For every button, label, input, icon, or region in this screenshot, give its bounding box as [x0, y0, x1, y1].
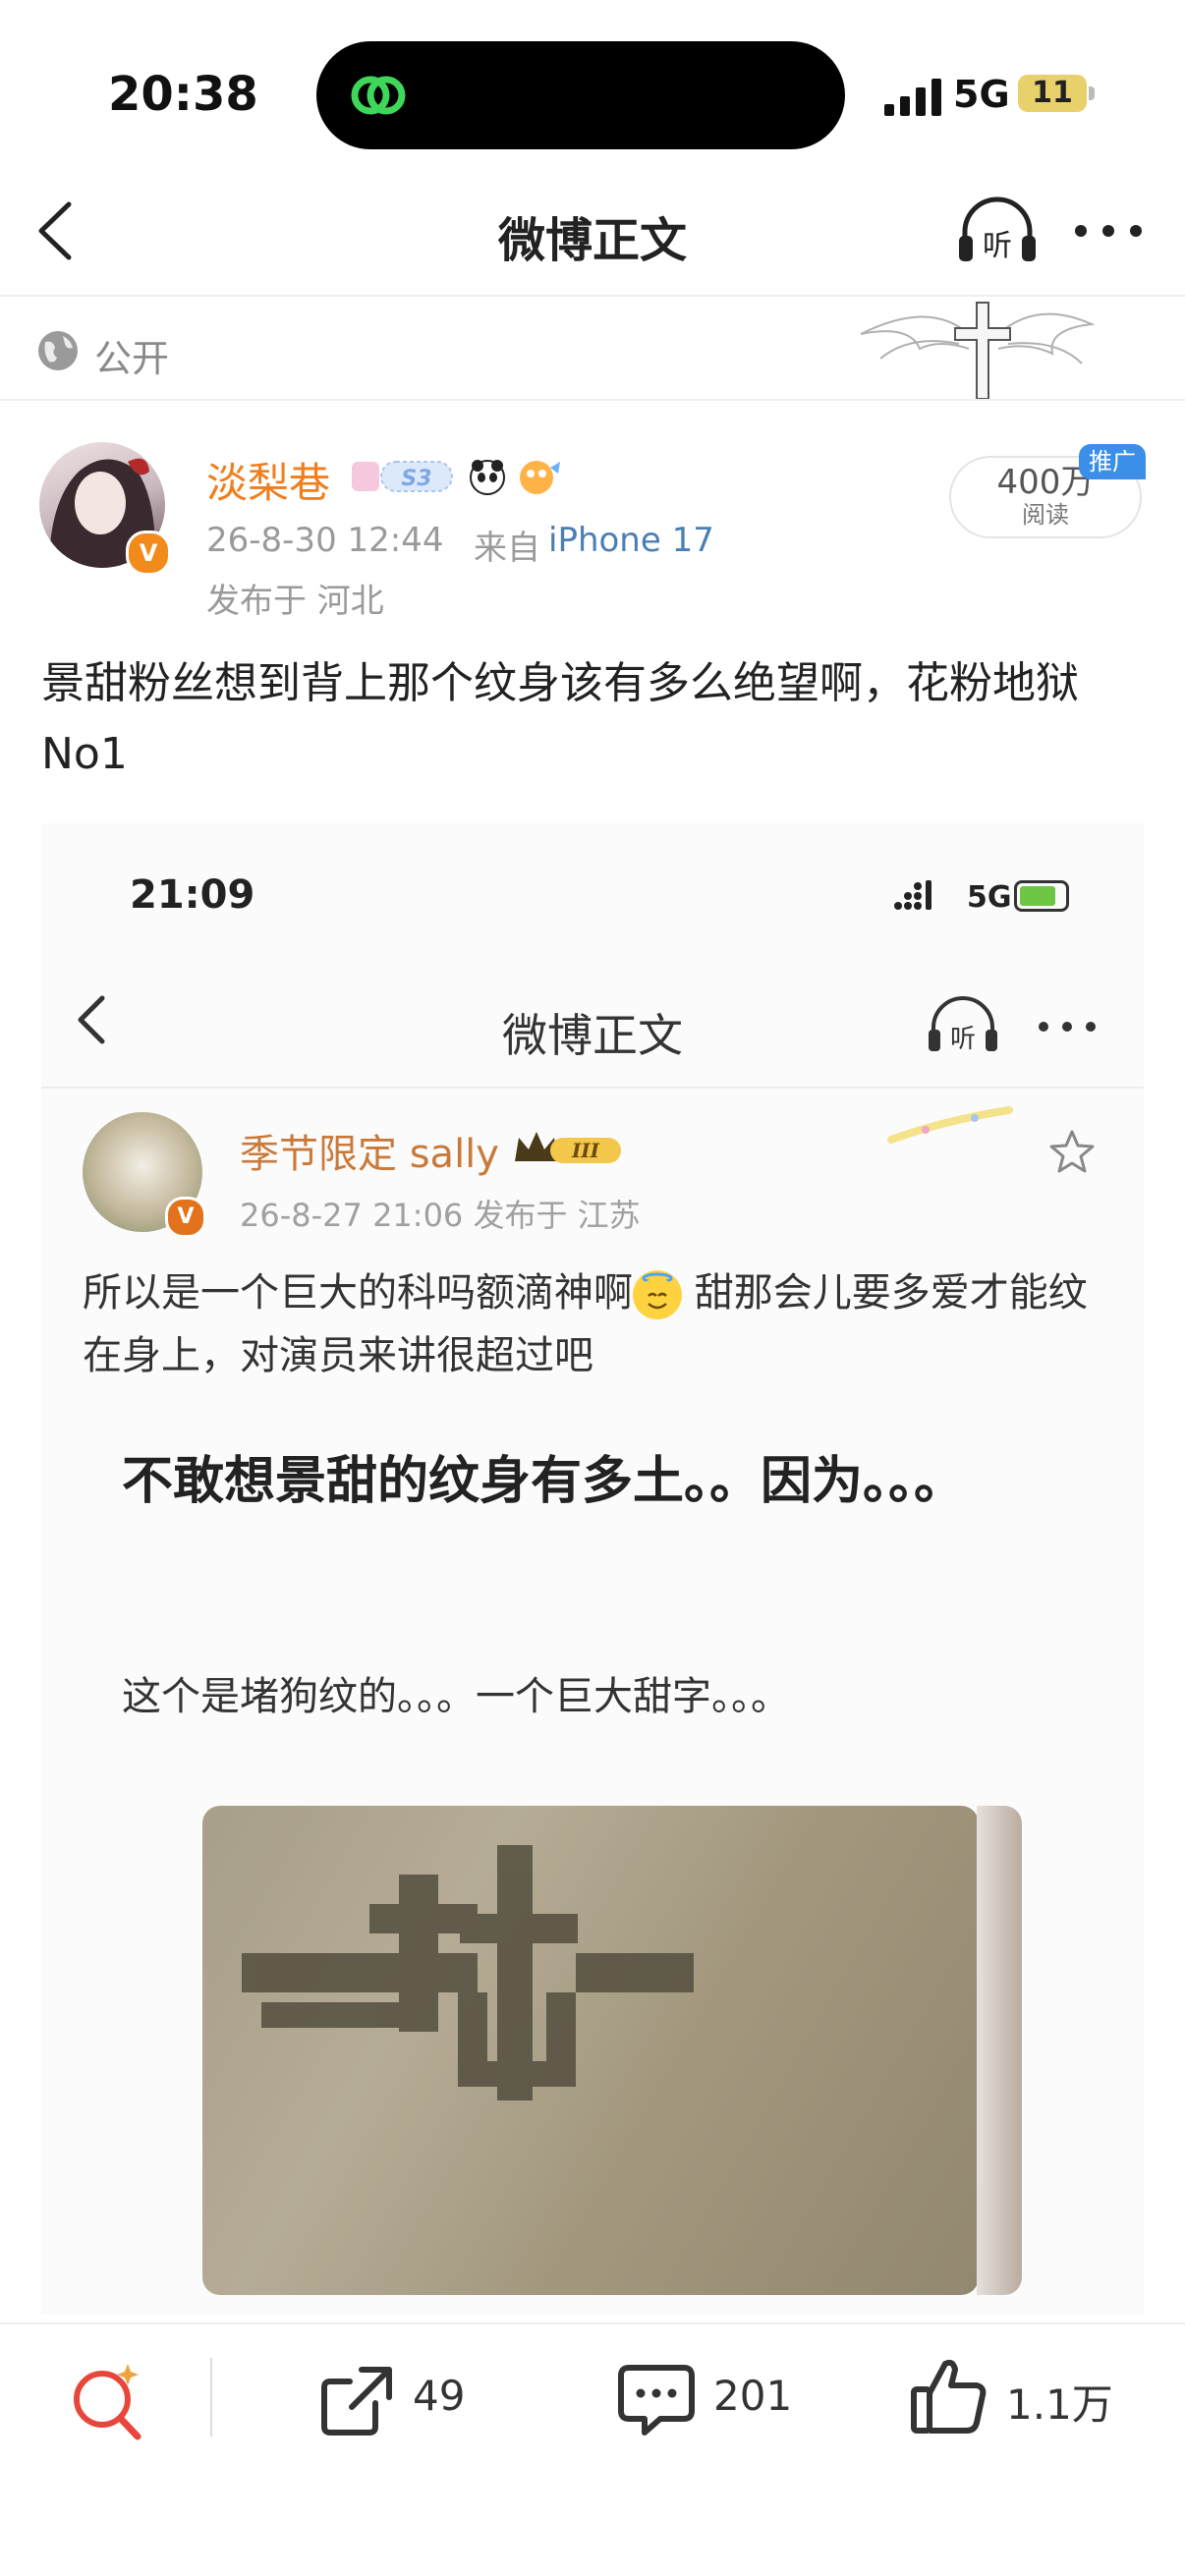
action-separator [210, 2358, 212, 2436]
sparkle-decoration [887, 1106, 1013, 1144]
embedded-star-icon [1049, 1130, 1095, 1173]
embedded-crown-badge-icon: III [515, 1132, 621, 1163]
embedded-signal-icon [894, 880, 931, 910]
listen-icon[interactable]: 听 [955, 193, 1040, 267]
link-activity-icon [351, 76, 406, 115]
embedded-listen-label: 听 [950, 1025, 976, 1054]
post-text: 景甜粉丝想到背上那个纹身该有多么绝望啊，花粉地狱No1 [41, 658, 1079, 779]
embedded-username: 季节限定 sally [240, 1132, 499, 1177]
listen-label: 听 [983, 229, 1012, 263]
username[interactable]: 淡梨巷 [206, 450, 330, 510]
embedded-more-icon [1039, 1022, 1096, 1032]
embedded-listen-icon: 听 [929, 996, 997, 1054]
post-source-device[interactable]: iPhone 17 [548, 521, 714, 560]
embedded-subtext: 这个是堵狗纹的。。。一个巨大甜字。。。 [122, 1674, 790, 1719]
reads-label: 阅读 [1022, 501, 1069, 529]
embedded-post-meta: 26-8-27 21:06 发布于 江苏 [240, 1197, 641, 1234]
embedded-text-part1: 所以是一个巨大的科吗额滴神啊 [83, 1270, 633, 1316]
comment-count[interactable]: 201 [713, 2372, 792, 2420]
like-count[interactable]: 1.1万 [1006, 2372, 1113, 2432]
user-badge-level: S3 [401, 467, 431, 491]
embedded-post-text: 所以是一个巨大的科吗额滴神啊 甜那会儿要多爱才能纹在身上，对演员来讲很超过吧 [83, 1261, 1114, 1387]
post-time: 26-8-30 12:44 [206, 521, 444, 560]
wings-cross-decoration [860, 302, 1096, 400]
post-source-prefix: 来自 [474, 529, 540, 568]
ad-tag: 推广 [1079, 444, 1146, 479]
signal-icon [884, 79, 941, 116]
visibility-divider [0, 399, 1185, 401]
post-image[interactable]: 21:09 5G 微博正文 听 V 季节限定 sally III 26-8-27… [41, 823, 1144, 2315]
globe-icon [38, 331, 78, 370]
tattoo-photo-edge [977, 1806, 1022, 2295]
status-time: 20:38 [108, 67, 258, 122]
bottom-divider [0, 2323, 1185, 2324]
network-type: 5G [953, 73, 1010, 116]
battery-icon: 11 [1018, 75, 1087, 112]
embedded-status-time: 21:09 [130, 872, 255, 918]
post-location: 发布于 河北 [206, 582, 384, 621]
embedded-divider [41, 1087, 1144, 1089]
comment-icon[interactable] [615, 2358, 698, 2440]
share-count[interactable]: 49 [413, 2372, 465, 2420]
embedded-heading: 不敢想景甜的纹身有多土。。因为。。。 [122, 1452, 966, 1511]
tattoo-photo [202, 1806, 979, 2295]
embedded-verified-badge: V [165, 1197, 206, 1238]
embedded-battery-fill [1020, 886, 1055, 906]
user-badges[interactable]: S3 [350, 456, 566, 503]
more-icon[interactable] [1071, 216, 1146, 246]
search-icon[interactable] [67, 2360, 149, 2442]
visibility-label: 公开 [94, 337, 170, 380]
battery-tip [1089, 86, 1095, 100]
embedded-network: 5G [967, 880, 1012, 915]
like-icon[interactable] [908, 2354, 990, 2436]
verified-badge: V [126, 531, 171, 576]
embedded-crown-level: III [571, 1139, 600, 1162]
share-icon[interactable] [316, 2358, 399, 2440]
angel-emoji-icon [633, 1270, 682, 1319]
